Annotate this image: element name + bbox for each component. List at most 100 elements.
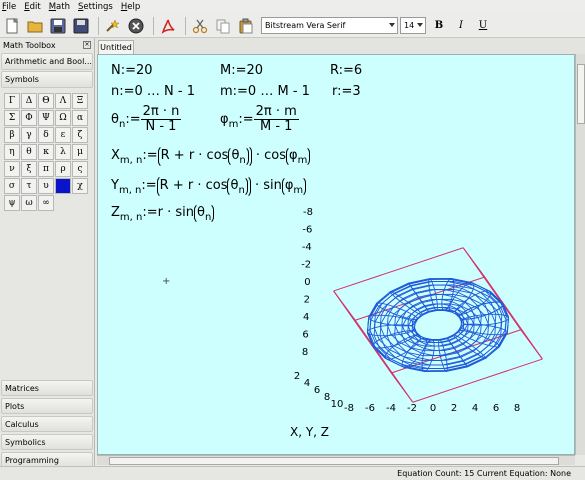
symbol-button[interactable]: χ xyxy=(72,178,88,194)
symbol-button[interactable]: ∞ xyxy=(38,195,54,211)
equation-Z[interactable]: Zm, n:=r · sin θn xyxy=(111,203,215,224)
symbol-button[interactable]: θ xyxy=(21,144,37,160)
symbol-button[interactable]: Ψ xyxy=(38,110,54,126)
plot-caption[interactable]: X, Y, Z xyxy=(290,425,329,439)
menu-edit[interactable]: Edit xyxy=(24,2,40,12)
symbol-button[interactable]: ξ xyxy=(21,161,37,177)
symbol-button[interactable]: α xyxy=(72,110,88,126)
x-tick-label: -4 xyxy=(386,403,396,414)
symbol-button[interactable]: ε xyxy=(55,127,71,143)
equation-X[interactable]: Xm, n:= R + r · cos θn · cos φm xyxy=(111,145,311,168)
toolbar-separator xyxy=(98,16,99,35)
z-tick-label: 8 xyxy=(324,392,330,403)
save-as-button[interactable] xyxy=(71,16,91,36)
torus-3d-plot[interactable]: -8-6-4-202468-8 -6 -4 -2 0 2 4 6 8246810 xyxy=(283,205,543,425)
symbol-button[interactable]: Ω xyxy=(55,110,71,126)
font-size-select[interactable]: 14 xyxy=(400,17,426,34)
status-text: Equation Count: 15 Current Equation: Non… xyxy=(397,469,571,478)
symbol-button[interactable]: Ξ xyxy=(72,93,88,109)
equation-phi[interactable]: φm:= 2π · mM - 1 xyxy=(220,105,299,134)
box-edge xyxy=(412,358,543,403)
symbol-button[interactable]: κ xyxy=(38,144,54,160)
symbol-button[interactable] xyxy=(55,178,71,194)
symbol-button[interactable]: γ xyxy=(21,127,37,143)
math-toolbox-panel: Math Toolbox × Arithmetic and Bool... Sy… xyxy=(0,38,95,468)
symbol-button[interactable]: ν xyxy=(4,161,20,177)
bold-button[interactable]: B xyxy=(430,17,448,35)
section-plots[interactable]: Plots xyxy=(1,398,93,414)
symbol-button[interactable]: μ xyxy=(72,144,88,160)
menu-settings[interactable]: Settings xyxy=(78,2,113,12)
menu-math[interactable]: Math xyxy=(49,2,70,12)
italic-button[interactable]: I xyxy=(452,17,470,35)
underline-button[interactable]: U xyxy=(474,17,492,35)
phi-arg-sub: m xyxy=(297,155,308,166)
symbol-button[interactable]: Γ xyxy=(4,93,20,109)
section-symbols[interactable]: Symbols xyxy=(1,71,93,88)
close-panel-icon[interactable]: × xyxy=(83,41,91,49)
equation-Y[interactable]: Ym, n:= R + r · cos θn · sin φm xyxy=(111,175,307,198)
equation-M[interactable]: M:=20 xyxy=(220,63,263,78)
evaluate-button[interactable] xyxy=(103,16,123,36)
phi-fraction: 2π · mM - 1 xyxy=(253,105,299,134)
theta-subscript: n xyxy=(118,119,126,130)
symbol-button[interactable]: σ xyxy=(4,178,20,194)
section-arithmetic[interactable]: Arithmetic and Bool... xyxy=(1,53,93,70)
menu-file[interactable]: File xyxy=(2,2,16,12)
worksheet-canvas[interactable]: N:=20 M:=20 R:=6 n:=0 … N - 1 m:=0 … M -… xyxy=(97,54,575,455)
horizontal-scrollbar[interactable] xyxy=(97,455,575,465)
phi-subscript: m xyxy=(228,119,239,130)
symbol-button[interactable]: ψ xyxy=(4,195,20,211)
symbol-button[interactable]: Σ xyxy=(4,110,20,126)
cut-button[interactable] xyxy=(190,16,210,36)
document-tabs: Untitled xyxy=(96,38,585,54)
x-cos-op: · cos xyxy=(255,148,287,163)
section-calculus[interactable]: Calculus xyxy=(1,416,93,432)
symbol-button[interactable]: ρ xyxy=(55,161,71,177)
section-matrices[interactable]: Matrices xyxy=(1,380,93,396)
equation-R[interactable]: R:=6 xyxy=(330,63,362,78)
equation-r[interactable]: r:=3 xyxy=(332,84,361,99)
symbol-button[interactable]: Δ xyxy=(21,93,37,109)
y-inner-expr: R + r · cos xyxy=(159,178,228,193)
equation-N[interactable]: N:=20 xyxy=(111,63,153,78)
x-tick-label: -8 xyxy=(344,403,354,414)
paste-button[interactable] xyxy=(236,16,256,36)
toolbar-separator xyxy=(153,16,154,35)
font-family-select[interactable]: Bitstream Vera Serif xyxy=(261,17,398,34)
symbol-button[interactable]: π xyxy=(38,161,54,177)
status-bar: Equation Count: 15 Current Equation: Non… xyxy=(0,466,585,480)
new-document-button[interactable] xyxy=(2,16,22,36)
menu-help[interactable]: Help xyxy=(121,2,140,12)
equation-m-range[interactable]: m:=0 … M - 1 xyxy=(220,84,310,99)
symbol-button[interactable]: η xyxy=(4,144,20,160)
equation-theta[interactable]: θn:= 2π · nN - 1 xyxy=(111,105,182,134)
symbol-button[interactable]: ζ xyxy=(72,127,88,143)
toolbox-sections-bottom: Matrices Plots Calculus Symbolics Progra… xyxy=(0,378,94,469)
save-button[interactable] xyxy=(48,16,68,36)
copy-button[interactable] xyxy=(213,16,233,36)
font-family-value: Bitstream Vera Serif xyxy=(265,21,346,30)
y-tick-label: 0 xyxy=(304,277,310,288)
open-button[interactable] xyxy=(25,16,45,36)
symbol-button[interactable]: δ xyxy=(38,127,54,143)
symbol-button[interactable]: υ xyxy=(38,178,54,194)
scrollbar-thumb[interactable] xyxy=(109,457,559,465)
symbol-button[interactable]: Λ xyxy=(55,93,71,109)
symbol-button[interactable]: ω xyxy=(21,195,37,211)
scrollbar-thumb[interactable] xyxy=(577,64,585,124)
y-subscript: m, n xyxy=(118,185,142,196)
symbol-button[interactable]: Θ xyxy=(38,93,54,109)
tab-untitled[interactable]: Untitled xyxy=(98,40,134,54)
section-symbolics[interactable]: Symbolics xyxy=(1,434,93,450)
symbol-button[interactable]: τ xyxy=(21,178,37,194)
x-theta-paren: θn xyxy=(228,146,249,167)
symbol-button[interactable]: β xyxy=(4,127,20,143)
symbol-button[interactable]: λ xyxy=(55,144,71,160)
symbol-button[interactable]: Φ xyxy=(21,110,37,126)
export-pdf-button[interactable] xyxy=(158,16,178,36)
symbol-button[interactable]: ς xyxy=(72,161,88,177)
equation-n-range[interactable]: n:=0 … N - 1 xyxy=(111,84,195,99)
stop-button[interactable] xyxy=(126,16,146,36)
vertical-scrollbar[interactable] xyxy=(575,54,585,455)
